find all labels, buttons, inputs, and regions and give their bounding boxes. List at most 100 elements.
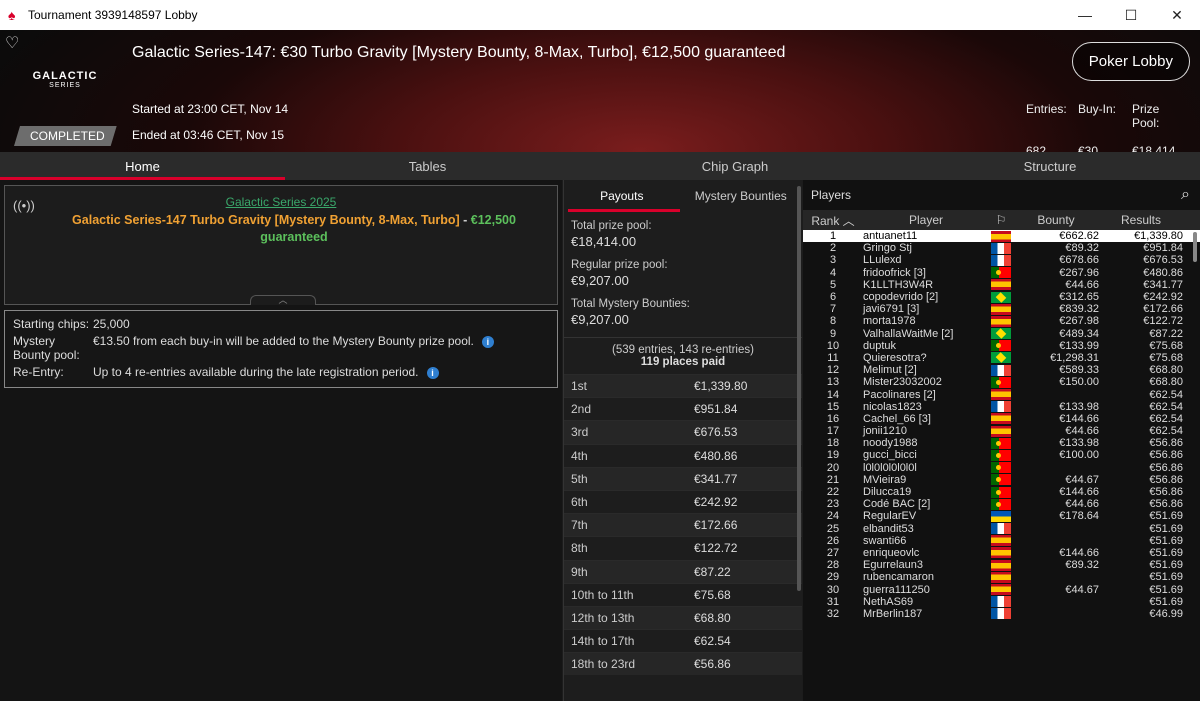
player-row[interactable]: 17 jonii1210 €44.66 €62.54 [803, 425, 1200, 437]
player-result: €56.86 [1149, 437, 1183, 450]
column-player[interactable]: Player [863, 213, 989, 227]
player-row[interactable]: 1 antuanet11 €662.62 €1,339.80 [803, 230, 1200, 243]
players-header: Players ⌕ [811, 186, 1190, 204]
player-bounty: €44.66 [1065, 425, 1099, 438]
search-icon[interactable]: ⌕ [1181, 186, 1190, 204]
payout-amount: €87.22 [694, 564, 731, 579]
player-name: Dilucca19 [863, 486, 912, 499]
payout-amount: €1,339.80 [694, 379, 748, 394]
player-row[interactable]: 21 MVieira9 €44.67 €56.86 [803, 474, 1200, 486]
total-bounties-value: €9,207.00 [571, 312, 629, 327]
player-row[interactable]: 10 duptuk €133.99 €75.68 [803, 340, 1200, 352]
minimize-button[interactable]: — [1062, 0, 1108, 30]
tab-structure[interactable]: Structure [900, 152, 1200, 180]
player-row[interactable]: 11 Quieresotra? €1,298.31 €75.68 [803, 352, 1200, 364]
payout-place: 1st [571, 379, 588, 394]
payout-table: 1st €1,339.80 2nd €951.84 3rd €676.53 4th €480.… [564, 374, 802, 676]
player-bounty: €44.67 [1065, 583, 1099, 596]
player-row[interactable]: 24 RegularEV €178.64 €51.69 [803, 510, 1200, 522]
player-row[interactable]: 16 Cachel_66 [3] €144.66 €62.54 [803, 413, 1200, 425]
player-row[interactable]: 23 Codé BAC [2] €44.66 €56.86 [803, 498, 1200, 510]
player-name: Cachel_66 [3] [863, 412, 931, 425]
player-bounty: €89.32 [1065, 559, 1099, 572]
column-rank[interactable]: Rank ︿ [803, 212, 863, 229]
country-flag-icon [991, 291, 1011, 303]
player-bounty: €178.64 [1059, 510, 1099, 523]
window-title: Tournament 3939148597 Lobby [28, 8, 198, 22]
total-prize-pool-value: €18,414.00 [571, 234, 637, 249]
player-bounty: €133.98 [1059, 400, 1099, 413]
payout-amount: €676.53 [694, 425, 738, 440]
player-row[interactable]: 7 javi6791 [3] €839.32 €172.66 [803, 303, 1200, 315]
player-result: €46.99 [1149, 607, 1183, 620]
tab-chip-graph[interactable]: Chip Graph [570, 152, 900, 180]
column-bounty[interactable]: Bounty [1013, 213, 1099, 227]
players-scrollbar[interactable] [1193, 232, 1197, 262]
player-bounty: €678.66 [1059, 254, 1099, 267]
series-logo: GALACTIC SERIES [32, 70, 98, 89]
player-rank: 12 [826, 364, 840, 377]
player-row[interactable]: 2 Gringo Stj €89.32 €951.84 [803, 242, 1200, 254]
country-flag-icon [991, 547, 1011, 559]
player-row[interactable]: 9 ValhallaWaitMe [2] €489.34 €87.22 [803, 328, 1200, 340]
player-row[interactable]: 6 copodevrido [2] €312.65 €242.92 [803, 291, 1200, 303]
player-row[interactable]: 15 nicolas1823 €133.98 €62.54 [803, 401, 1200, 413]
player-row[interactable]: 3 LLulexd €678.66 €676.53 [803, 254, 1200, 266]
player-rank: 18 [826, 437, 840, 450]
tab-home[interactable]: Home [0, 152, 285, 180]
player-row[interactable]: 8 morta1978 €267.98 €122.72 [803, 315, 1200, 327]
player-result: €51.69 [1149, 595, 1183, 608]
tab-mystery-bounties[interactable]: Mystery Bounties [680, 180, 802, 212]
column-results[interactable]: Results [1099, 213, 1189, 227]
poker-lobby-button[interactable]: Poker Lobby [1071, 42, 1190, 81]
player-result: €951.84 [1143, 242, 1183, 255]
player-row[interactable]: 26 swanti66 €51.69 [803, 535, 1200, 547]
player-result: €68.80 [1149, 364, 1183, 377]
player-row[interactable]: 19 gucci_bicci €100.00 €56.86 [803, 449, 1200, 461]
player-result: €56.86 [1149, 486, 1183, 499]
player-bounty: €1,298.31 [1050, 351, 1099, 364]
player-row[interactable]: 27 enriqueovlc €144.66 €51.69 [803, 547, 1200, 559]
player-bounty: €662.62 [1059, 230, 1099, 243]
player-rank: 6 [829, 291, 837, 304]
player-rank: 7 [829, 303, 837, 316]
info-icon[interactable]: i [481, 336, 494, 348]
player-row[interactable]: 5 K1LLTH3W4R €44.66 €341.77 [803, 279, 1200, 291]
collapse-chevron-icon[interactable]: ︿ [250, 295, 316, 305]
player-row[interactable]: 28 Egurrelaun3 €89.32 €51.69 [803, 559, 1200, 571]
player-rank: 27 [826, 546, 840, 559]
player-bounty: €44.66 [1065, 498, 1099, 511]
player-name: copodevrido [2] [863, 291, 939, 304]
player-row[interactable]: 14 Pacolinares [2] €62.54 [803, 388, 1200, 401]
player-row[interactable]: 12 Melimut [2] €589.33 €68.80 [803, 364, 1200, 376]
player-row[interactable]: 25 elbandit53 €51.69 [803, 523, 1200, 535]
info-icon[interactable]: i [426, 367, 439, 379]
player-row[interactable]: 22 Dilucca19 €144.66 €56.86 [803, 486, 1200, 498]
total-prize-pool-label: Total prize pool: [571, 220, 652, 232]
country-flag-icon [991, 315, 1011, 327]
tab-payouts[interactable]: Payouts [564, 180, 680, 212]
player-row[interactable]: 31 NethAS69 €51.69 [803, 596, 1200, 608]
close-button[interactable]: ✕ [1154, 0, 1200, 30]
maximize-button[interactable]: ☐ [1108, 0, 1154, 30]
places-paid: 119 places paid [640, 356, 726, 368]
player-row[interactable]: 18 noody1988 €133.98 €56.86 [803, 437, 1200, 449]
player-row[interactable]: 13 Mister23032002 €150.00 €68.80 [803, 376, 1200, 388]
player-row[interactable]: 32 MrBerlin187 €46.99 [803, 608, 1200, 620]
player-result: €62.54 [1149, 412, 1183, 425]
player-rank: 4 [829, 266, 837, 279]
payout-row: 5th €341.77 [564, 466, 802, 490]
payout-place: 5th [571, 471, 588, 486]
series-link[interactable]: Galactic Series 2025 [5, 195, 557, 209]
tab-tables[interactable]: Tables [285, 152, 570, 180]
player-row[interactable]: 29 rubencamaron €51.69 [803, 571, 1200, 583]
payout-row: 9th €87.22 [564, 559, 802, 583]
player-row[interactable]: 4 fridoofrick [3] €267.96 €480.86 [803, 267, 1200, 279]
favorite-heart-icon[interactable]: ♡ [5, 33, 19, 53]
player-row[interactable]: 30 guerra111250 €44.67 €51.69 [803, 583, 1200, 596]
player-bounty: €839.32 [1059, 303, 1099, 316]
flag-column-icon[interactable]: ⚐ [989, 213, 1013, 227]
player-row[interactable]: 20 l0l0l0l0l0l0l €56.86 [803, 462, 1200, 474]
tournament-title: Galactic Series-147: €30 Turbo Gravity [… [132, 44, 786, 61]
payouts-scrollbar[interactable] [797, 186, 801, 591]
